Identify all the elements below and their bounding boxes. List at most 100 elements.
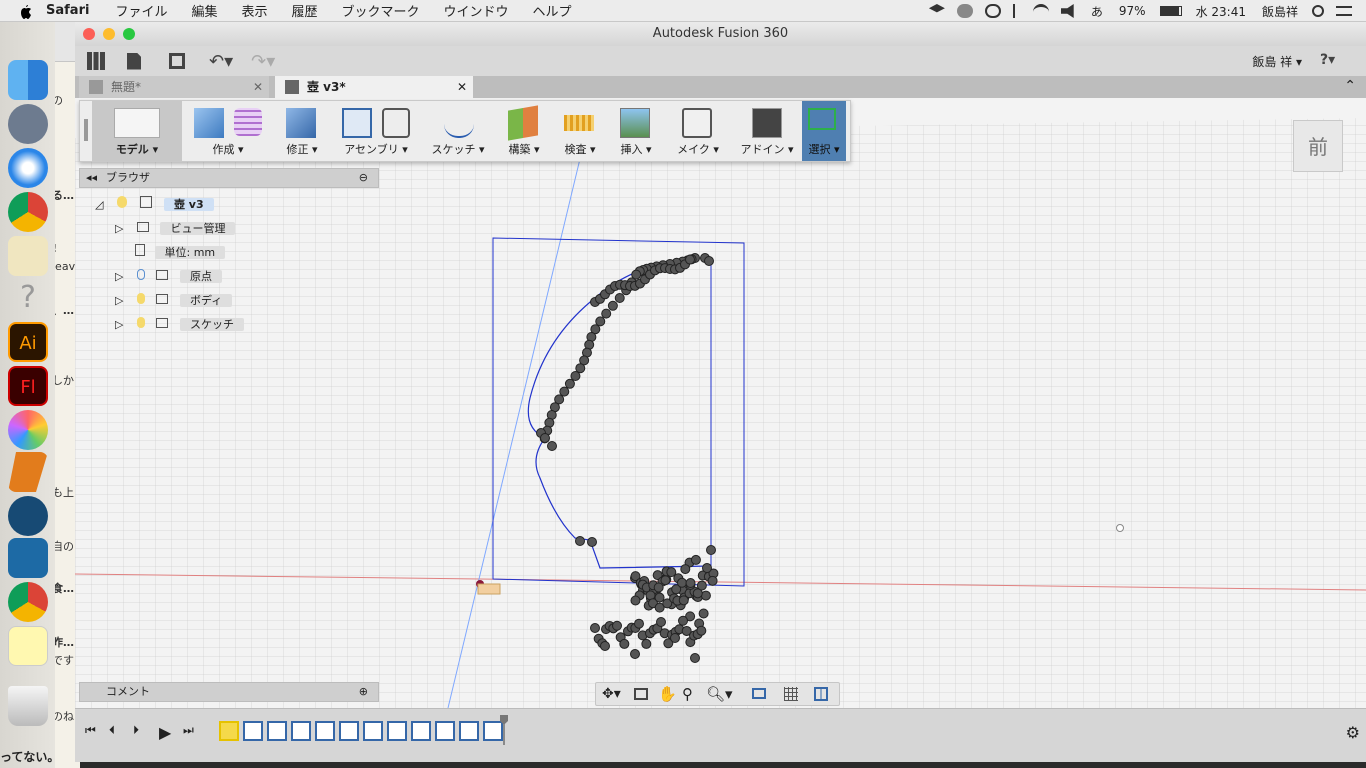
tree-item-bodies[interactable]: ▷ ボディ bbox=[115, 292, 233, 310]
chrome-icon[interactable] bbox=[8, 192, 48, 232]
sketch-point[interactable] bbox=[698, 608, 709, 619]
sketch-point[interactable] bbox=[660, 575, 671, 586]
comment-panel-header[interactable]: コメント ⊕ bbox=[79, 682, 379, 702]
help-icon[interactable]: ?▾ bbox=[1320, 52, 1348, 70]
sketch-point[interactable] bbox=[630, 595, 641, 606]
trash-icon[interactable] bbox=[8, 686, 48, 726]
toolbar-grip[interactable] bbox=[84, 119, 88, 141]
move-feature-icon[interactable] bbox=[291, 721, 311, 741]
volume-icon[interactable] bbox=[1060, 4, 1074, 18]
sketch-point[interactable] bbox=[685, 254, 695, 265]
expand-triangle-icon[interactable]: ▷ bbox=[115, 222, 123, 235]
tree-item-units[interactable]: 単位: mm bbox=[135, 244, 226, 262]
sketch-point[interactable] bbox=[707, 575, 718, 586]
sketch-point[interactable] bbox=[700, 590, 711, 601]
go-to-start-icon[interactable]: ⏮ bbox=[85, 723, 99, 739]
sketch-point[interactable] bbox=[564, 378, 575, 389]
component-feature-icon[interactable] bbox=[387, 721, 407, 741]
expand-triangle-icon[interactable]: ◿ bbox=[95, 198, 103, 211]
fusion-360-icon[interactable] bbox=[8, 452, 48, 492]
sketch-point[interactable] bbox=[690, 554, 701, 565]
sketch-point[interactable] bbox=[653, 582, 664, 593]
menu-history[interactable]: 履歴 bbox=[291, 1, 317, 20]
tab-untitled[interactable]: 無題* ✕ bbox=[79, 76, 269, 98]
sketch-point[interactable] bbox=[670, 633, 680, 643]
sketch-point[interactable] bbox=[678, 595, 689, 606]
collapse-icon[interactable]: ⌃ bbox=[1344, 78, 1356, 94]
visibility-bulb-icon[interactable] bbox=[136, 293, 145, 304]
origin-plane[interactable] bbox=[477, 583, 501, 595]
textedit-icon[interactable] bbox=[8, 236, 48, 276]
notes-icon[interactable] bbox=[8, 626, 48, 666]
launchpad-icon[interactable] bbox=[8, 104, 48, 144]
tree-item-origin[interactable]: ▷ 原点 bbox=[115, 268, 222, 286]
step-back-icon[interactable]: ⏴ bbox=[109, 723, 123, 739]
sketch-point[interactable] bbox=[678, 615, 688, 626]
sketch-feature-icon[interactable] bbox=[435, 721, 455, 741]
add-comment-icon[interactable]: ⊕ bbox=[359, 683, 368, 701]
sketch-point[interactable] bbox=[696, 625, 707, 636]
apple-icon[interactable] bbox=[18, 3, 32, 19]
user-menu[interactable]: 飯島 祥 ▾ bbox=[1252, 53, 1302, 70]
finder-icon[interactable] bbox=[8, 60, 48, 100]
sketch-point[interactable] bbox=[619, 638, 630, 649]
close-tab-icon[interactable]: ✕ bbox=[457, 76, 467, 98]
pan-icon[interactable]: ✋ bbox=[658, 685, 677, 703]
construct-menu[interactable]: 構築 ▾ bbox=[498, 101, 550, 161]
notification-center-icon[interactable] bbox=[1336, 6, 1352, 16]
browser-root-node[interactable]: ◿ 壺 v3 bbox=[95, 196, 214, 214]
spotlight-search-icon[interactable] bbox=[1312, 5, 1324, 17]
viewcube[interactable]: 前 bbox=[1293, 120, 1343, 172]
app-grid-icon[interactable] bbox=[87, 52, 105, 70]
move-feature-icon[interactable] bbox=[459, 721, 479, 741]
move-feature-icon[interactable] bbox=[411, 721, 431, 741]
play-icon[interactable]: ▶ bbox=[159, 723, 173, 742]
pivot-point[interactable] bbox=[1116, 524, 1124, 532]
addins-menu[interactable]: アドイン ▾ bbox=[734, 101, 800, 161]
step-forward-icon[interactable]: ⏵ bbox=[133, 723, 147, 739]
panel-minimize-icon[interactable]: ⊖ bbox=[359, 169, 368, 187]
orbit-icon[interactable]: ✥▾ bbox=[602, 686, 621, 702]
insert-menu[interactable]: 挿入 ▾ bbox=[610, 101, 662, 161]
move-feature-icon[interactable] bbox=[363, 721, 383, 741]
expand-triangle-icon[interactable]: ▷ bbox=[115, 270, 123, 283]
make-menu[interactable]: メイク ▾ bbox=[666, 101, 730, 161]
menu-window[interactable]: ウインドウ bbox=[444, 1, 509, 20]
menu-view[interactable]: 表示 bbox=[241, 1, 267, 20]
component-feature-icon[interactable] bbox=[339, 721, 359, 741]
sketch-point[interactable] bbox=[540, 433, 550, 443]
cloud-icon[interactable] bbox=[956, 4, 973, 18]
sketch-point[interactable] bbox=[612, 620, 622, 631]
zoom-icon[interactable]: ⚲ bbox=[682, 685, 693, 703]
sketch-feature-icon[interactable] bbox=[315, 721, 335, 741]
app-icon[interactable] bbox=[8, 538, 48, 578]
sketch-point[interactable] bbox=[575, 536, 585, 546]
safari-icon[interactable] bbox=[8, 148, 48, 188]
app-menu[interactable]: Safari bbox=[46, 3, 89, 18]
sourcetree-icon[interactable] bbox=[8, 496, 48, 536]
sketch-point[interactable] bbox=[587, 537, 597, 547]
chrome-icon[interactable] bbox=[8, 582, 48, 622]
sketch-point[interactable] bbox=[680, 564, 691, 575]
sketch-point[interactable] bbox=[601, 308, 612, 319]
clock[interactable]: 水 23:41 bbox=[1196, 3, 1246, 20]
workspace-switcher[interactable]: モデル ▾ bbox=[92, 101, 182, 161]
save-icon[interactable] bbox=[169, 53, 185, 69]
sketch-feature-icon[interactable] bbox=[219, 721, 239, 741]
collapse-panel-icon[interactable]: ◂◂ bbox=[86, 169, 97, 187]
photos-icon[interactable] bbox=[8, 410, 48, 450]
sketch-point[interactable] bbox=[656, 616, 666, 627]
visibility-bulb-icon[interactable] bbox=[136, 269, 145, 280]
zoom-window-button[interactable] bbox=[123, 28, 135, 40]
wifi-icon[interactable] bbox=[1032, 4, 1049, 18]
sketch-point[interactable] bbox=[600, 641, 610, 651]
time-machine-icon[interactable] bbox=[984, 4, 1001, 18]
illustrator-icon[interactable]: Ai bbox=[8, 322, 48, 362]
grid-settings-icon[interactable] bbox=[784, 687, 798, 701]
sketch-point[interactable] bbox=[654, 592, 665, 603]
sketch-point[interactable] bbox=[685, 578, 696, 589]
3d-canvas[interactable] bbox=[75, 98, 1366, 708]
sketch-point[interactable] bbox=[702, 563, 712, 573]
modify-menu[interactable]: 修正 ▾ bbox=[276, 101, 328, 161]
menu-edit[interactable]: 編集 bbox=[191, 1, 217, 20]
